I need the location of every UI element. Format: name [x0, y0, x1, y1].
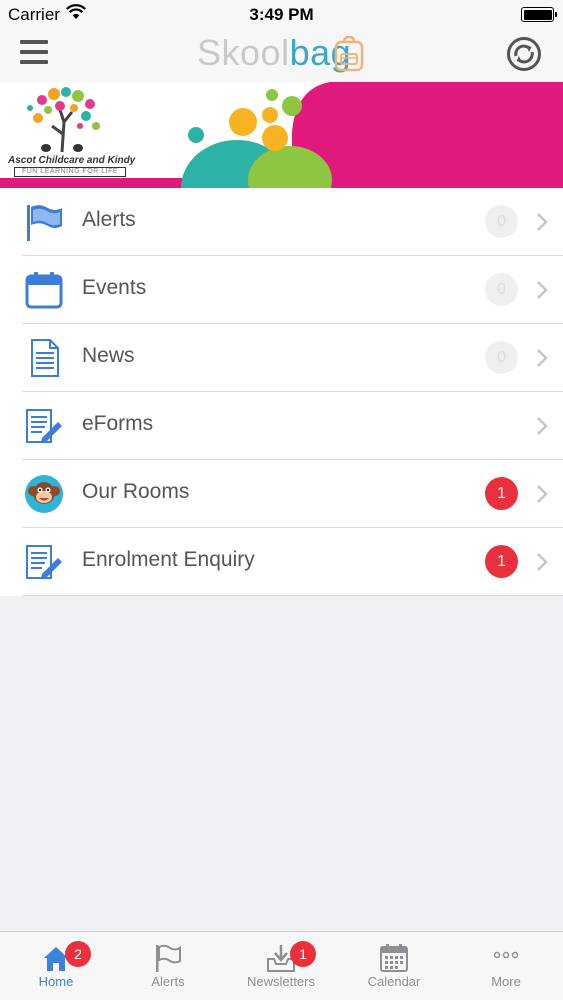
tab-label: More: [491, 974, 521, 989]
tab-more[interactable]: More: [450, 932, 562, 1000]
tab-bar: 2 Home Alerts 1 Newsletters Calendar Mor…: [0, 931, 563, 1000]
tab-label: Home: [38, 974, 74, 989]
flag-icon: [156, 944, 181, 972]
school-name: Ascot Childcare and Kindy: [8, 155, 136, 166]
menu-label: News: [82, 344, 135, 367]
tab-badge: 2: [65, 941, 91, 967]
menu-item-enrolment-enquiry[interactable]: Enrolment Enquiry 1: [0, 528, 563, 596]
tab-calendar[interactable]: Calendar: [338, 932, 450, 1000]
monkey-icon: [25, 475, 63, 513]
flag-icon: [27, 205, 62, 241]
chevron-right-icon: [537, 349, 548, 367]
home-menu-list: Alerts 0 Events 0 News 0 eForms Our Room…: [0, 188, 563, 596]
school-logo-tree: [27, 87, 100, 153]
document-icon: [31, 339, 59, 377]
menu-label: Our Rooms: [82, 480, 190, 503]
school-tagline: FUN LEARNING FOR LIFE: [14, 167, 126, 177]
chevron-right-icon: [537, 417, 548, 435]
nav-bar: Skoolbag: [0, 30, 563, 82]
menu-item-our-rooms[interactable]: Our Rooms 1: [0, 460, 563, 528]
count-badge: 0: [485, 273, 518, 306]
tab-label: Newsletters: [247, 974, 315, 989]
tab-label: Calendar: [367, 974, 421, 989]
status-time: 3:49 PM: [249, 5, 314, 24]
form-pencil-icon: [26, 545, 62, 579]
chevron-right-icon: [537, 485, 548, 503]
more-dots-icon: [493, 951, 519, 959]
menu-item-alerts[interactable]: Alerts 0: [0, 188, 563, 256]
school-banner: Ascot Childcare and Kindy FUN LEARNING F…: [0, 82, 563, 188]
app-logo: Skoolbag: [197, 32, 352, 73]
menu-label: eForms: [82, 412, 154, 435]
chevron-right-icon: [537, 553, 548, 571]
menu-label: Enrolment Enquiry: [82, 548, 255, 571]
calendar-icon: [380, 944, 408, 972]
count-badge: 0: [485, 205, 518, 238]
row-divider: [22, 595, 563, 596]
count-badge: 0: [485, 341, 518, 374]
menu-item-eforms[interactable]: eForms: [0, 392, 563, 460]
tab-home[interactable]: 2 Home: [0, 932, 112, 1000]
chevron-right-icon: [537, 281, 548, 299]
menu-item-news[interactable]: News 0: [0, 324, 563, 392]
hamburger-icon[interactable]: [20, 38, 50, 66]
status-bar: Carrier 3:49 PM: [0, 0, 563, 30]
battery-icon: [521, 7, 557, 22]
menu-item-events[interactable]: Events 0: [0, 256, 563, 324]
tab-badge: 1: [290, 941, 316, 967]
count-badge: 1: [485, 545, 518, 578]
chevron-right-icon: [537, 213, 548, 231]
count-badge: 1: [485, 477, 518, 510]
refresh-icon[interactable]: [506, 36, 542, 72]
menu-label: Alerts: [82, 208, 136, 231]
menu-label: Events: [82, 276, 147, 299]
tab-newsletters[interactable]: 1 Newsletters: [225, 932, 337, 1000]
calendar-icon: [25, 272, 63, 309]
form-pencil-icon: [26, 409, 62, 443]
tab-label: Alerts: [151, 974, 185, 989]
backpack-icon: [334, 36, 364, 72]
tab-alerts[interactable]: Alerts: [112, 932, 224, 1000]
